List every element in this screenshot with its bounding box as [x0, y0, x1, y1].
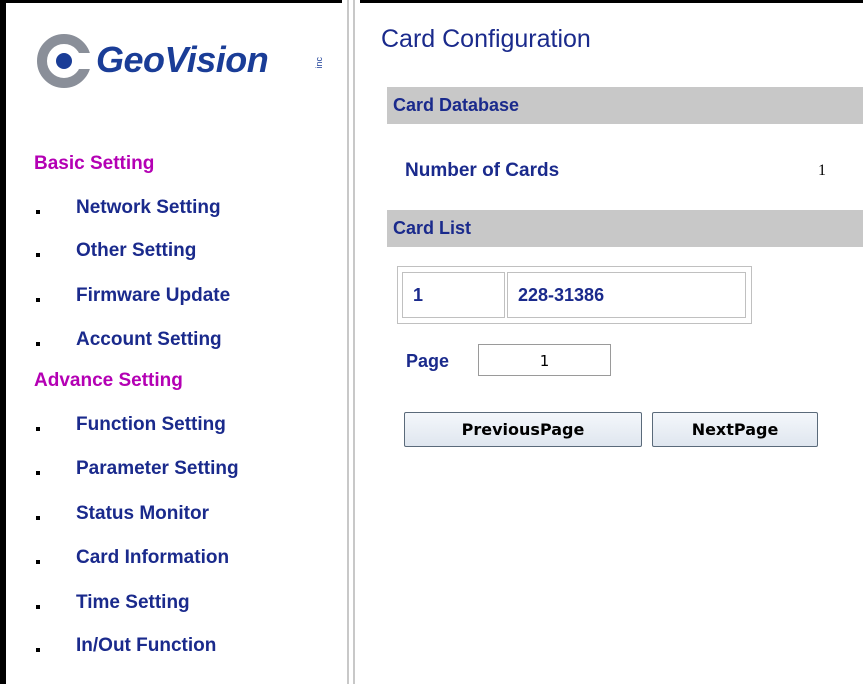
nav-label: Card Information: [76, 547, 230, 568]
section-title: Card List: [393, 218, 472, 238]
bullet-icon: [36, 471, 40, 475]
basic-setting-header: Basic Setting: [34, 153, 155, 174]
bullet-icon: [36, 253, 40, 257]
card-database-section: Card Database: [387, 87, 863, 124]
bullet-icon: [36, 605, 40, 609]
nav-label: Function Setting: [76, 414, 226, 435]
nav-status-monitor[interactable]: Status Monitor: [34, 503, 334, 529]
card-index: 1: [413, 285, 424, 305]
geovision-logo-icon: [37, 34, 96, 88]
nav-account-setting[interactable]: Account Setting: [34, 329, 334, 355]
nav-label: Firmware Update: [76, 285, 231, 306]
next-page-button[interactable]: NextPage: [652, 412, 818, 447]
card-number-cell: 228-31386: [507, 272, 746, 318]
card-index-cell: 1: [402, 272, 505, 318]
nav-label: Account Setting: [76, 329, 222, 350]
bullet-icon: [36, 560, 40, 564]
nav-parameter-setting[interactable]: Parameter Setting: [34, 458, 334, 484]
nav-card-information[interactable]: Card Information: [34, 547, 334, 573]
previous-page-button[interactable]: PreviousPage: [404, 412, 642, 447]
divider-line: [347, 0, 349, 684]
bullet-icon: [36, 516, 40, 520]
card-number: 228-31386: [518, 285, 605, 305]
bullet-icon: [36, 298, 40, 302]
section-title: Card Database: [393, 95, 520, 115]
nav-other-setting[interactable]: Other Setting: [34, 240, 334, 266]
brand-name: GeoVision: [96, 39, 269, 80]
sidebar: GeoVision inc Basic Setting Network Sett…: [6, 3, 342, 684]
nav-label: Network Setting: [76, 197, 221, 218]
page-title: Card Configuration: [381, 25, 591, 53]
nav-time-setting[interactable]: Time Setting: [34, 592, 334, 618]
nav-label: Time Setting: [76, 592, 190, 613]
bullet-icon: [36, 210, 40, 214]
card-list-table: 1 228-31386: [397, 266, 752, 324]
bullet-icon: [36, 342, 40, 346]
nav-network-setting[interactable]: Network Setting: [34, 197, 334, 223]
bullet-icon: [36, 648, 40, 652]
bullet-icon: [36, 427, 40, 431]
nav-function-setting[interactable]: Function Setting: [34, 414, 334, 440]
main-content: Card Configuration Card Database Number …: [360, 3, 863, 684]
number-of-cards-value: 1: [818, 162, 826, 179]
advance-setting-header: Advance Setting: [34, 370, 183, 391]
frame-divider[interactable]: [342, 0, 360, 684]
nav-label: Status Monitor: [76, 503, 209, 524]
nav-in-out-function[interactable]: In/Out Function: [34, 635, 334, 661]
nav-label: Other Setting: [76, 240, 197, 261]
page-label: Page: [406, 351, 450, 371]
brand-inc: inc: [314, 57, 324, 69]
nav-label: Parameter Setting: [76, 458, 239, 479]
card-list-section: Card List: [387, 210, 863, 247]
geovision-logo: GeoVision inc: [36, 29, 336, 99]
page-number-input[interactable]: 1: [478, 344, 611, 376]
number-of-cards-label: Number of Cards: [405, 160, 560, 181]
nav-label: In/Out Function: [76, 635, 217, 656]
divider-line: [353, 0, 355, 684]
nav-firmware-update[interactable]: Firmware Update: [34, 285, 334, 311]
